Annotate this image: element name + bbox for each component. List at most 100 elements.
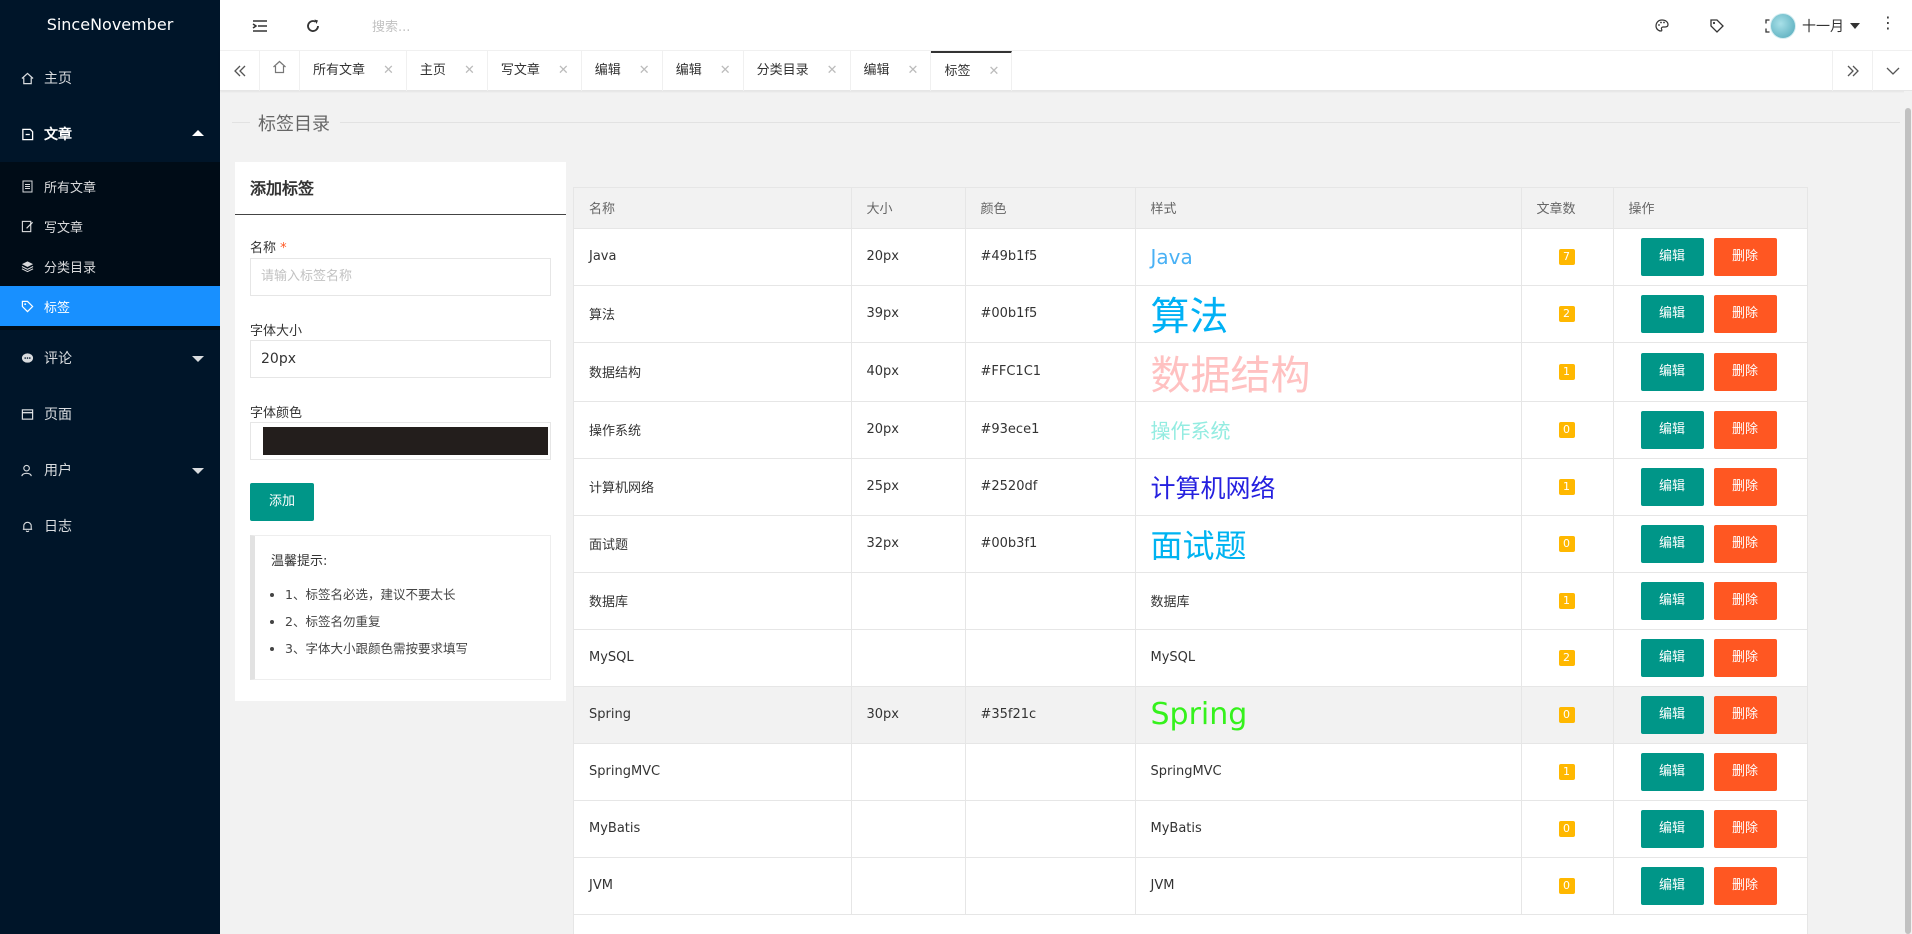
delete-button[interactable]: 删除 [1713,809,1777,848]
tab-tags[interactable]: 标签 ✕ [931,51,1013,91]
edit-button[interactable]: 编辑 [1640,809,1704,848]
sidebar-item-categories[interactable]: 分类目录 [0,246,220,286]
tab-write-article[interactable]: 写文章 ✕ [488,51,582,91]
edit-button[interactable]: 编辑 [1640,866,1704,905]
user-name: 十一月 [1802,19,1844,35]
add-button[interactable]: 添加 [250,483,314,521]
menu-toggle-icon[interactable] [250,16,270,36]
delete-button[interactable]: 删除 [1713,866,1777,905]
close-icon[interactable]: ✕ [639,51,650,91]
sidebar-item-pages[interactable]: 页面 [0,386,220,442]
article-count-cell: 0 [1521,800,1614,858]
tab-all-articles[interactable]: 所有文章 ✕ [300,51,407,91]
delete-button[interactable]: 删除 [1713,352,1777,391]
sidebar-item-home[interactable]: 主页 [0,50,220,106]
name-label: 名称 * [250,237,287,256]
edit-button[interactable]: 编辑 [1640,410,1704,449]
font-size-input[interactable]: 20px [250,340,551,378]
sidebar-item-logs[interactable]: 日志 [0,498,220,554]
close-icon[interactable]: ✕ [827,51,838,91]
font-color-picker[interactable] [250,422,551,460]
tag-color-cell: #00b1f5 [965,285,1136,343]
actions-cell: 编辑 删除 [1613,458,1807,516]
tag-name-cell: 数据结构 [574,342,852,402]
scrollbar-thumb[interactable] [1905,108,1911,934]
tab-edit-1[interactable]: 编辑 ✕ [582,51,663,91]
home-icon [20,71,34,85]
sidebar-item-label: 主页 [44,71,72,87]
count-badge: 1 [1558,763,1575,780]
edit-button[interactable]: 编辑 [1640,237,1704,276]
tag-size-cell: 30px [851,686,966,744]
tab-label: 编辑 [675,63,702,78]
delete-button[interactable]: 删除 [1713,581,1777,620]
edit-button[interactable]: 编辑 [1640,352,1704,391]
sidebar-item-write-article[interactable]: 写文章 [0,206,220,246]
tag-icon[interactable] [1707,16,1727,36]
tag-style-preview: 面试题 [1150,526,1247,565]
tag-style-cell: JVM [1135,857,1522,915]
sidebar-item-users[interactable]: 用户 [0,442,220,498]
delete-button[interactable]: 删除 [1713,294,1777,333]
delete-button[interactable]: 删除 [1713,410,1777,449]
edit-button[interactable]: 编辑 [1640,467,1704,506]
table-row: 计算机网络 25px #2520df 计算机网络 1 编辑 删除 [574,458,1807,516]
actions-cell: 编辑 删除 [1613,857,1807,915]
edit-button[interactable]: 编辑 [1640,752,1704,791]
sidebar-item-comments[interactable]: 评论 [0,330,220,386]
article-count-cell: 1 [1521,743,1614,801]
edit-button[interactable]: 编辑 [1640,638,1704,677]
delete-button[interactable]: 删除 [1713,752,1777,791]
scroll-right-icon[interactable] [1832,51,1872,91]
sidebar-item-label: 写文章 [44,220,84,236]
count-badge: 0 [1558,877,1575,894]
close-icon[interactable]: ✕ [988,53,999,91]
tag-style-preview: 计算机网络 [1150,473,1276,503]
tab-edit-2[interactable]: 编辑 ✕ [663,51,744,91]
user-menu[interactable]: 十一月 [1770,13,1860,39]
sidebar-item-all-articles[interactable]: 所有文章 [0,166,220,206]
scroll-left-icon[interactable] [220,51,260,91]
tab-edit-3[interactable]: 编辑 ✕ [851,51,932,91]
tag-style-preview: Java [1150,244,1193,269]
edit-button[interactable]: 编辑 [1640,294,1704,333]
caret-down-icon [1850,23,1860,29]
tab-home[interactable] [260,51,300,91]
tag-name-input[interactable]: 请输入标签名称 [250,258,551,296]
edit-button[interactable]: 编辑 [1640,581,1704,620]
search-input[interactable]: 搜索... [372,16,410,35]
sidebar-item-tags[interactable]: 标签 [0,286,220,326]
edit-button[interactable]: 编辑 [1640,524,1704,563]
delete-button[interactable]: 删除 [1713,467,1777,506]
actions-cell: 编辑 删除 [1613,285,1807,343]
tag-name-cell: Spring [574,686,852,744]
refresh-icon[interactable] [303,16,323,36]
tag-size-cell: 39px [851,285,966,343]
theme-palette-icon[interactable] [1652,16,1672,36]
close-icon[interactable]: ✕ [464,51,475,91]
actions-cell: 编辑 删除 [1613,629,1807,687]
close-icon[interactable]: ✕ [558,51,569,91]
more-options-icon[interactable]: ⋮ [1880,14,1896,32]
brand-logo[interactable]: SinceNovember [0,0,220,50]
table-row: Java 20px #49b1f5 Java 7 编辑 删除 [574,228,1807,286]
tab-menu-chevron-down-icon[interactable] [1872,51,1912,91]
sidebar-item-articles[interactable]: 文章 [0,106,220,162]
delete-button[interactable]: 删除 [1713,237,1777,276]
edit-button[interactable]: 编辑 [1640,695,1704,734]
tab-categories[interactable]: 分类目录 ✕ [744,51,851,91]
tag-size-cell [851,572,966,630]
table-row: JVM JVM 0 编辑 删除 [574,857,1807,915]
bell-icon [20,519,34,533]
tag-size-cell: 32px [851,515,966,573]
table-row: 面试题 32px #00b3f1 面试题 0 编辑 删除 [574,515,1807,573]
delete-button[interactable]: 删除 [1713,695,1777,734]
close-icon[interactable]: ✕ [908,51,919,91]
close-icon[interactable]: ✕ [383,51,394,91]
tags-table: 名称 大小 颜色 样式 文章数 操作 Java 20px #49b1f5 Java 7 编… [574,188,1807,915]
delete-button[interactable]: 删除 [1713,638,1777,677]
close-icon[interactable]: ✕ [720,51,731,91]
tab-home-page[interactable]: 主页 ✕ [407,51,488,91]
tab-bar: 所有文章 ✕ 主页 ✕ 写文章 ✕ 编辑 ✕ 编辑 ✕ 分类目录 ✕ 编辑 ✕ 标签 ✕ [220,51,1912,91]
delete-button[interactable]: 删除 [1713,524,1777,563]
